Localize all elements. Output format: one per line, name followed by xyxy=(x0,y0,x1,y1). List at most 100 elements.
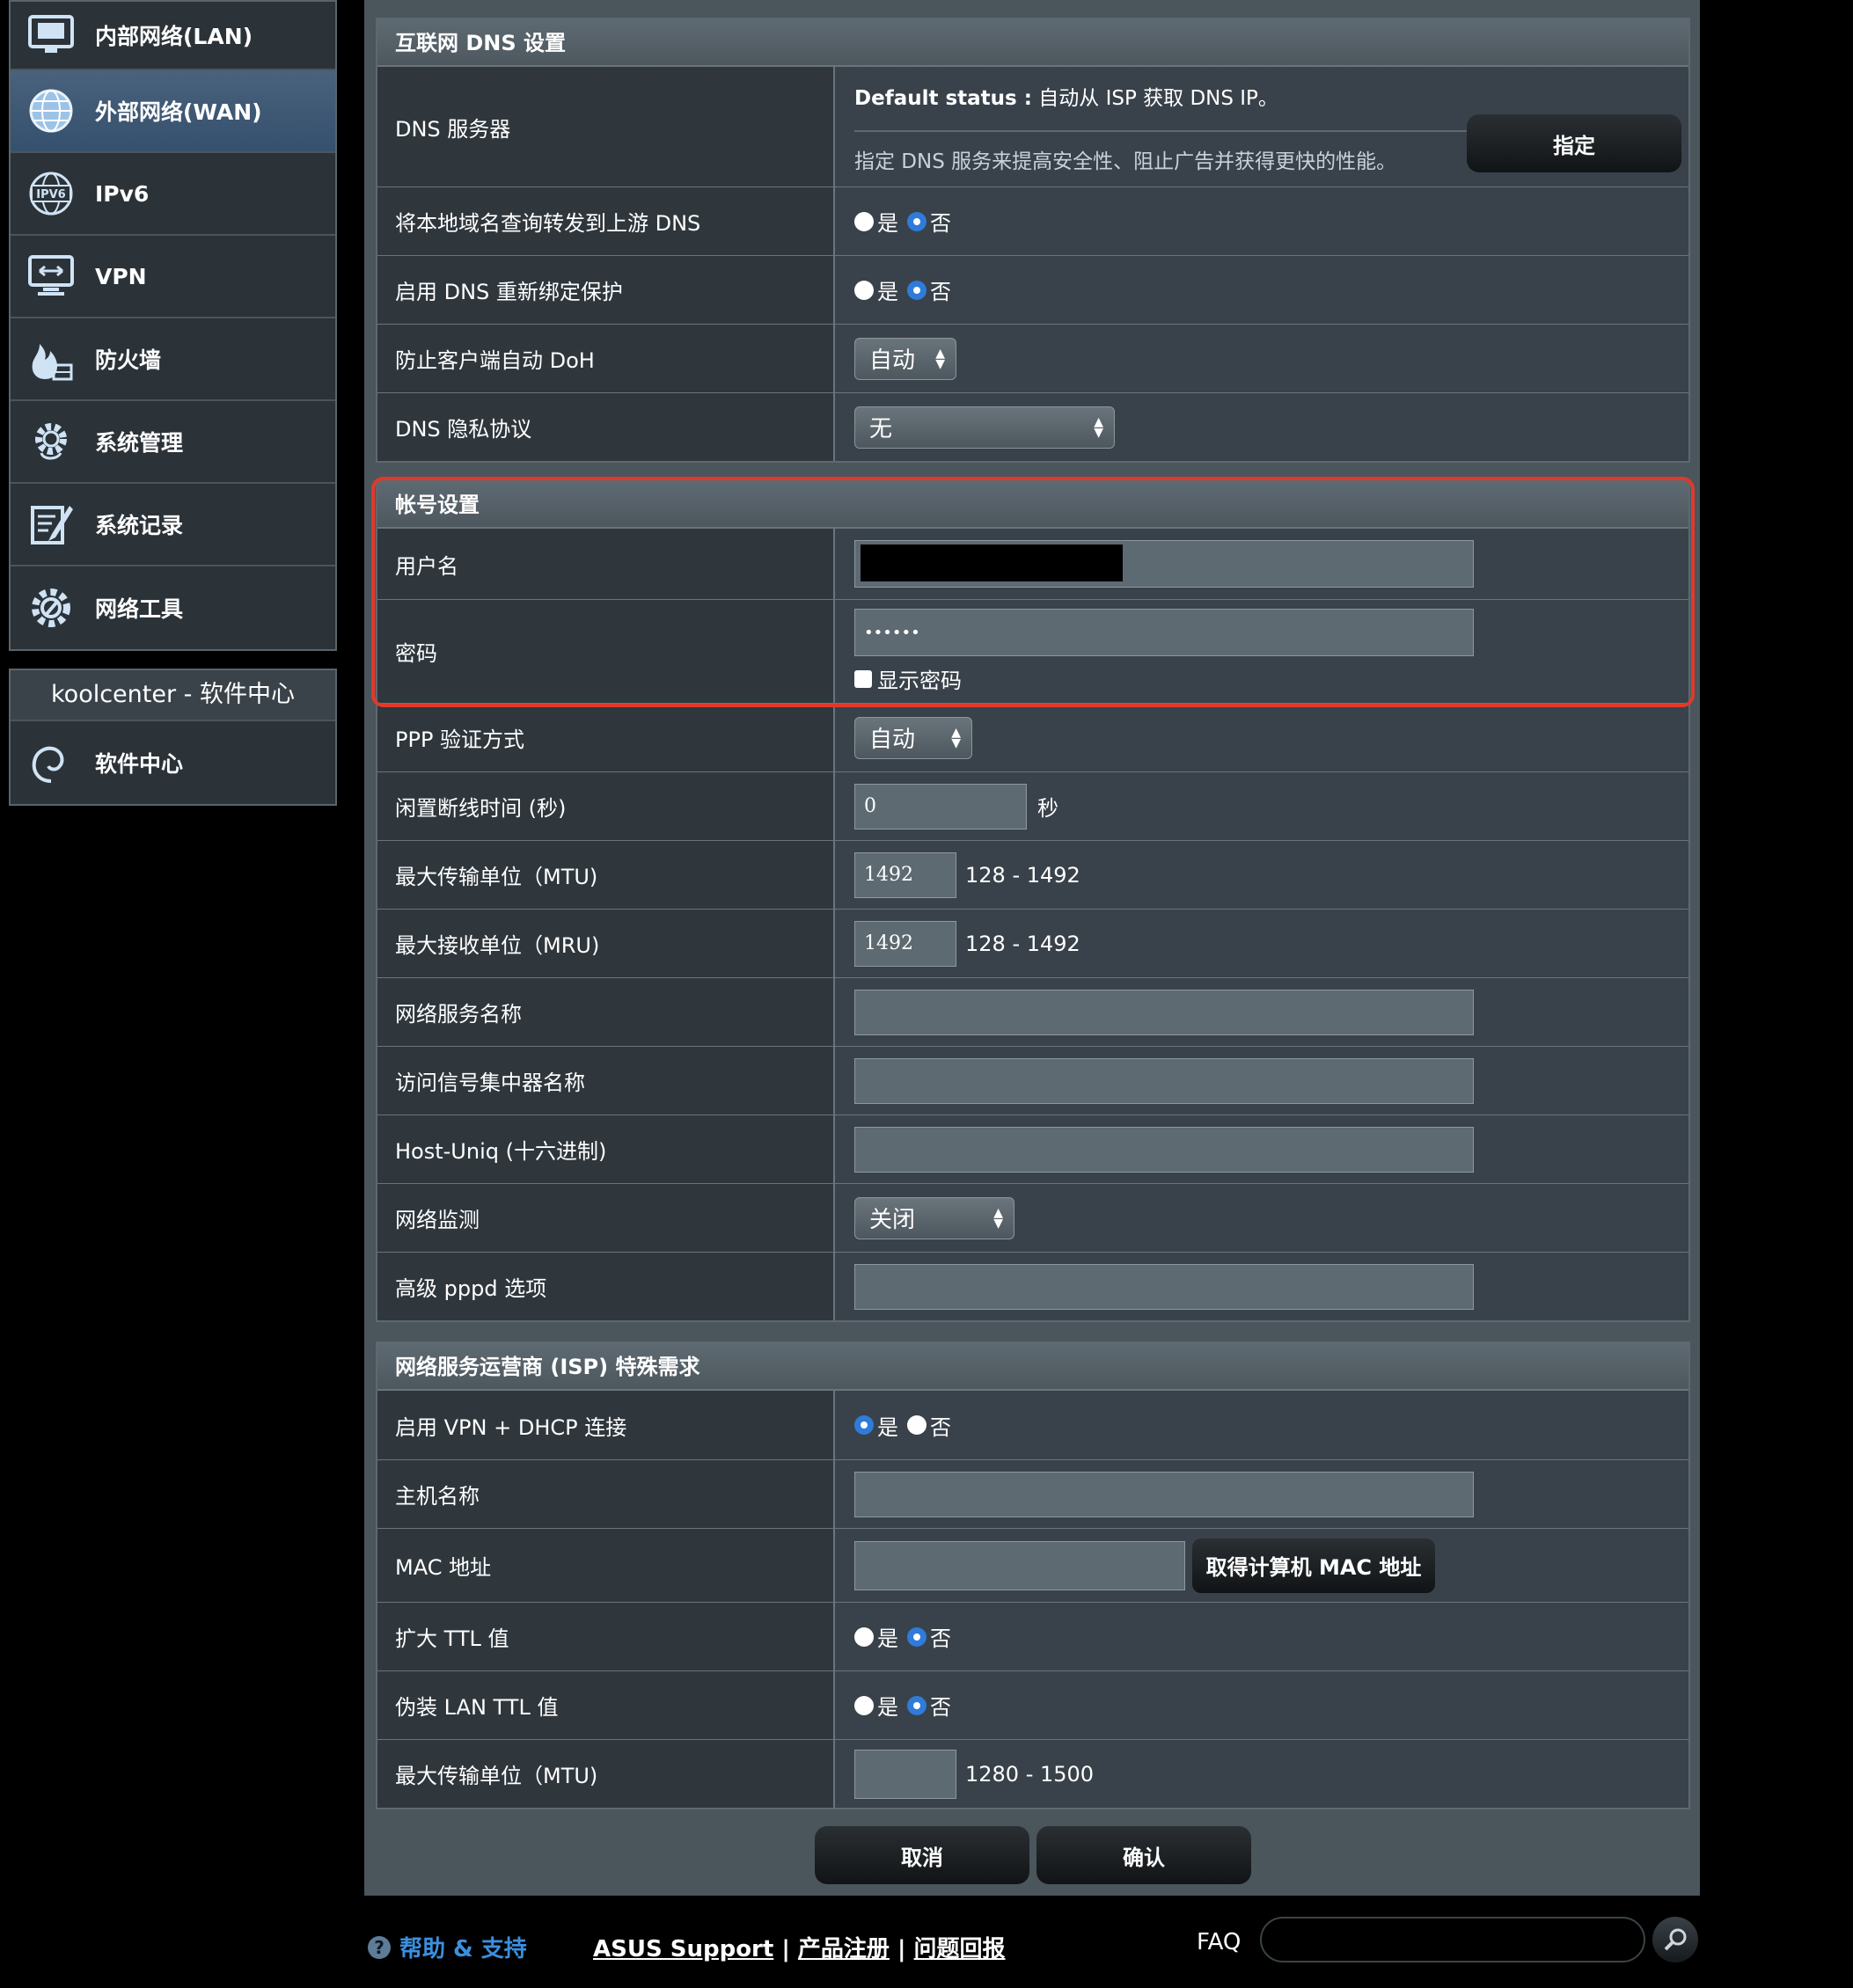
radio-label: 是 xyxy=(877,211,898,236)
row-label: 用户名 xyxy=(377,529,835,599)
search-button[interactable] xyxy=(1652,1917,1698,1962)
vpn-icon xyxy=(23,248,79,304)
ac-name-input[interactable] xyxy=(854,1057,1474,1104)
service-name-input[interactable] xyxy=(854,989,1474,1035)
radio-label: 否 xyxy=(930,1414,951,1440)
radio-button-selected[interactable] xyxy=(907,211,926,231)
row-value: 0 秒 xyxy=(835,772,1688,840)
mtu-input[interactable]: 1492 xyxy=(854,851,956,898)
radio-button[interactable] xyxy=(907,1415,926,1435)
section-title: 帐号设置 xyxy=(377,481,1688,529)
row-value xyxy=(835,1460,1688,1528)
help-support[interactable]: ? 帮助 & 支持 xyxy=(368,1931,527,1963)
row-value: 是 否 xyxy=(835,256,1688,324)
row-value: 1492 128 - 1492 xyxy=(835,910,1688,977)
account-settings-section: 帐号设置 用户名 密码 •••••• 显示密码 PPP 验证方式 自动 ▲▼ xyxy=(376,479,1690,1322)
select-arrows-icon: ▲ ▼ xyxy=(935,346,945,371)
asus-support-link[interactable]: ASUS Support xyxy=(593,1936,773,1962)
dns-privacy-select[interactable]: 无 ▲ ▼ xyxy=(854,406,1115,449)
show-password[interactable]: 显示密码 xyxy=(854,663,962,694)
radio-yes[interactable]: 是 xyxy=(854,1621,898,1652)
default-status: Default status : 自动从 ISP 获取 DNS IP。 xyxy=(854,81,1278,111)
main-panel: 互联网 DNS 设置 DNS 服务器 Default status : 自动从 … xyxy=(364,0,1700,1896)
cancel-button[interactable]: 取消 xyxy=(815,1826,1029,1884)
radio-no[interactable]: 否 xyxy=(907,1410,951,1441)
host-uniq-input[interactable] xyxy=(854,1126,1474,1173)
radio-no[interactable]: 否 xyxy=(907,1690,951,1721)
radio-button-selected[interactable] xyxy=(907,1626,926,1647)
row-label: Host-Uniq (十六进制) xyxy=(377,1115,835,1183)
idle-timeout-input[interactable]: 0 xyxy=(854,783,1027,830)
sidebar-item-tools[interactable]: 网络工具 xyxy=(11,566,335,649)
radio-no[interactable]: 否 xyxy=(907,274,951,305)
radio-button[interactable] xyxy=(854,1626,874,1647)
mru-input[interactable]: 1492 xyxy=(854,920,956,967)
radio-yes[interactable]: 是 xyxy=(854,274,898,305)
hostname-input[interactable] xyxy=(854,1471,1474,1517)
faq-search-input[interactable] xyxy=(1260,1917,1645,1962)
show-password-checkbox[interactable] xyxy=(854,669,872,688)
net-monitor-select[interactable]: 关闭 ▲ ▼ xyxy=(854,1196,1014,1239)
row-value: 是 否 xyxy=(835,187,1688,255)
radio-label: 是 xyxy=(877,1695,898,1720)
row-label: 最大接收单位（MRU) xyxy=(377,910,835,977)
radio-button[interactable] xyxy=(854,211,874,231)
row-value: 是 否 xyxy=(835,1603,1688,1670)
get-mac-button[interactable]: 取得计算机 MAC 地址 xyxy=(1192,1538,1435,1593)
select-arrows-icon: ▲ ▼ xyxy=(1094,414,1103,440)
radio-label: 是 xyxy=(877,1414,898,1440)
username-row: 用户名 xyxy=(377,529,1688,599)
radio-yes[interactable]: 是 xyxy=(854,1410,898,1441)
sidebar-item-lan[interactable]: 内部网络(LAN) xyxy=(11,2,335,70)
username-input[interactable] xyxy=(854,540,1474,588)
radio-button-selected[interactable] xyxy=(907,280,926,300)
ppp-auth-select[interactable]: 自动 ▲ ▼ xyxy=(854,716,972,759)
sidebar-item-firewall[interactable]: 防火墙 xyxy=(11,318,335,401)
link-separator: | xyxy=(773,1936,798,1962)
koolcenter-panel: koolcenter - 软件中心 软件中心 xyxy=(9,669,337,806)
sidebar-item-wan[interactable]: 外部网络(WAN) xyxy=(11,70,335,153)
section-title: 网络服务运营商 (ISP) 特殊需求 xyxy=(377,1343,1688,1391)
feedback-link[interactable]: 问题回报 xyxy=(914,1936,1006,1962)
gear-icon xyxy=(23,413,79,470)
radio-button-selected[interactable] xyxy=(907,1695,926,1715)
isp-mtu-row: 最大传输单位（MTU) 1280 - 1500 xyxy=(377,1739,1688,1808)
radio-button[interactable] xyxy=(854,280,874,300)
sidebar-item-vpn[interactable]: VPN xyxy=(11,236,335,318)
radio-yes[interactable]: 是 xyxy=(854,1690,898,1721)
row-label: 主机名称 xyxy=(377,1460,835,1528)
divider xyxy=(854,130,1470,132)
row-label: 闲置断线时间 (秒) xyxy=(377,772,835,840)
assign-dns-button[interactable]: 指定 xyxy=(1467,114,1681,172)
row-label: DNS 隐私协议 xyxy=(377,393,835,461)
ppp-auth-row: PPP 验证方式 自动 ▲ ▼ xyxy=(377,703,1688,771)
row-label: 将本地域名查询转发到上游 DNS xyxy=(377,187,835,255)
radio-yes[interactable]: 是 xyxy=(854,206,898,237)
radio-label: 是 xyxy=(877,280,898,304)
password-input[interactable]: •••••• xyxy=(854,609,1474,656)
product-register-link[interactable]: 产品注册 xyxy=(798,1936,890,1962)
radio-button[interactable] xyxy=(854,1695,874,1715)
mac-address-input[interactable] xyxy=(854,1540,1185,1590)
row-label: 最大传输单位（MTU) xyxy=(377,841,835,909)
isp-mtu-input[interactable] xyxy=(854,1749,956,1799)
sidebar-item-admin[interactable]: 系统管理 xyxy=(11,401,335,484)
extend-ttl-row: 扩大 TTL 值 是 否 xyxy=(377,1602,1688,1670)
tools-icon xyxy=(23,580,79,636)
lan-icon xyxy=(23,7,79,63)
confirm-button[interactable]: 确认 xyxy=(1036,1826,1251,1884)
sidebar-item-software-center[interactable]: 软件中心 xyxy=(11,721,335,804)
row-value: •••••• 显示密码 xyxy=(835,600,1688,703)
pppd-options-input[interactable] xyxy=(854,1263,1474,1310)
select-value: 自动 xyxy=(869,727,916,753)
doh-select[interactable]: 自动 ▲ ▼ xyxy=(854,337,956,380)
footer: ? 帮助 & 支持 ASUS Support | 产品注册 | 问题回报 FAQ xyxy=(364,1896,1719,1988)
dns-server-value: Default status : 自动从 ISP 获取 DNS IP。 指定 D… xyxy=(835,67,1688,186)
mtu-range: 128 - 1492 xyxy=(965,862,1080,888)
sidebar-item-ipv6[interactable]: IPV6 IPv6 xyxy=(11,153,335,236)
idle-timeout-row: 闲置断线时间 (秒) 0 秒 xyxy=(377,771,1688,840)
radio-no[interactable]: 否 xyxy=(907,1621,951,1652)
radio-no[interactable]: 否 xyxy=(907,206,951,237)
sidebar-item-syslog[interactable]: 系统记录 xyxy=(11,484,335,566)
radio-button-selected[interactable] xyxy=(854,1415,874,1435)
